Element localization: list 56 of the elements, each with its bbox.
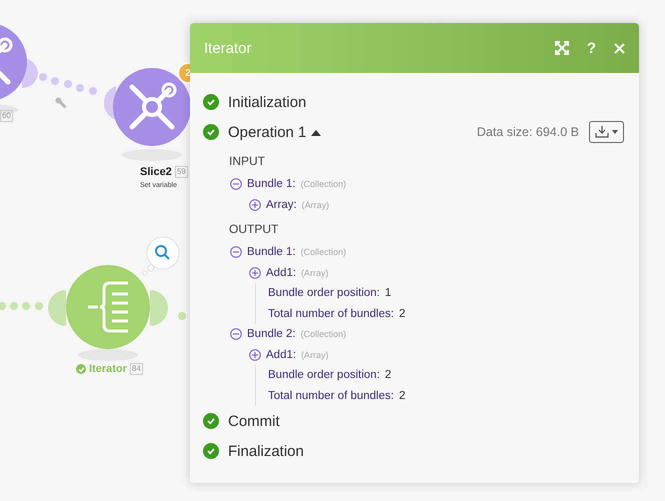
panel-title: Iterator — [204, 40, 252, 56]
tree-key: Bundle order position: — [268, 287, 380, 300]
node-number: 84 — [130, 363, 143, 375]
tree-key: Total number of bundles: — [268, 390, 394, 402]
tree-type: (Collection) — [300, 329, 346, 340]
tree-key: Add1: — [266, 348, 296, 361]
step-label[interactable]: Operation 1 — [228, 124, 306, 140]
step-label[interactable]: Commit — [228, 412, 280, 430]
tree-type: (Array) — [302, 200, 330, 210]
tree-key: Add1: — [266, 266, 296, 279]
section-heading: OUTPUT — [229, 221, 280, 238]
step-label[interactable]: Finalization — [228, 442, 304, 460]
node-number: 59 — [174, 166, 188, 178]
tree-type: (Array) — [301, 350, 329, 360]
tree-key: Bundle order position: — [268, 369, 380, 382]
node-number: 60 — [0, 110, 13, 122]
iterator-node[interactable] — [66, 265, 150, 349]
search-icon — [155, 245, 170, 260]
tree-value: 2 — [384, 369, 392, 382]
node-name: Slice2 — [140, 166, 172, 178]
inspect-bubble[interactable] — [142, 236, 180, 276]
tree-key: Bundle 1: — [247, 178, 296, 190]
node-name: Iterator — [89, 363, 127, 375]
tree-key: Bundle 2: — [247, 328, 296, 340]
tree-value: 1 — [384, 287, 392, 300]
tree-value: 2 — [398, 308, 406, 320]
tools-icon — [0, 38, 12, 84]
collapse-toggle-icon[interactable] — [230, 328, 242, 340]
expand-icon[interactable] — [554, 41, 569, 55]
expand-toggle-icon[interactable] — [249, 198, 261, 211]
iterator-icon — [88, 282, 128, 332]
tree-type: (Collection) — [300, 179, 346, 190]
section-heading: INPUT — [229, 153, 266, 170]
download-icon — [595, 126, 609, 138]
tree-type: (Collection) — [300, 247, 346, 258]
expand-toggle-icon[interactable] — [249, 266, 261, 279]
collapse-toggle-icon[interactable] — [230, 246, 242, 258]
step-label[interactable]: Initialization — [228, 94, 306, 110]
download-button[interactable] — [589, 121, 624, 143]
caret-icon[interactable] — [311, 128, 322, 136]
expand-toggle-icon[interactable] — [249, 348, 261, 361]
connector-handle[interactable] — [48, 290, 66, 326]
connector-dots — [39, 73, 97, 95]
tree-value: 2 — [398, 390, 406, 402]
tools-node[interactable] — [0, 23, 27, 101]
tree-key: Total number of bundles: — [268, 308, 394, 320]
collapse-toggle-icon[interactable] — [230, 178, 242, 190]
caret-icon — [612, 130, 618, 134]
tools-icon — [130, 82, 176, 130]
tree-type: (Array) — [301, 268, 329, 278]
close-icon[interactable] — [614, 42, 625, 54]
connector-handle[interactable] — [150, 290, 168, 326]
node-shadow — [78, 349, 138, 361]
tree-key: Bundle 1: — [247, 246, 296, 258]
data-size: Data size: 694.0 B — [476, 125, 579, 139]
tree-key: Array: — [266, 198, 297, 211]
